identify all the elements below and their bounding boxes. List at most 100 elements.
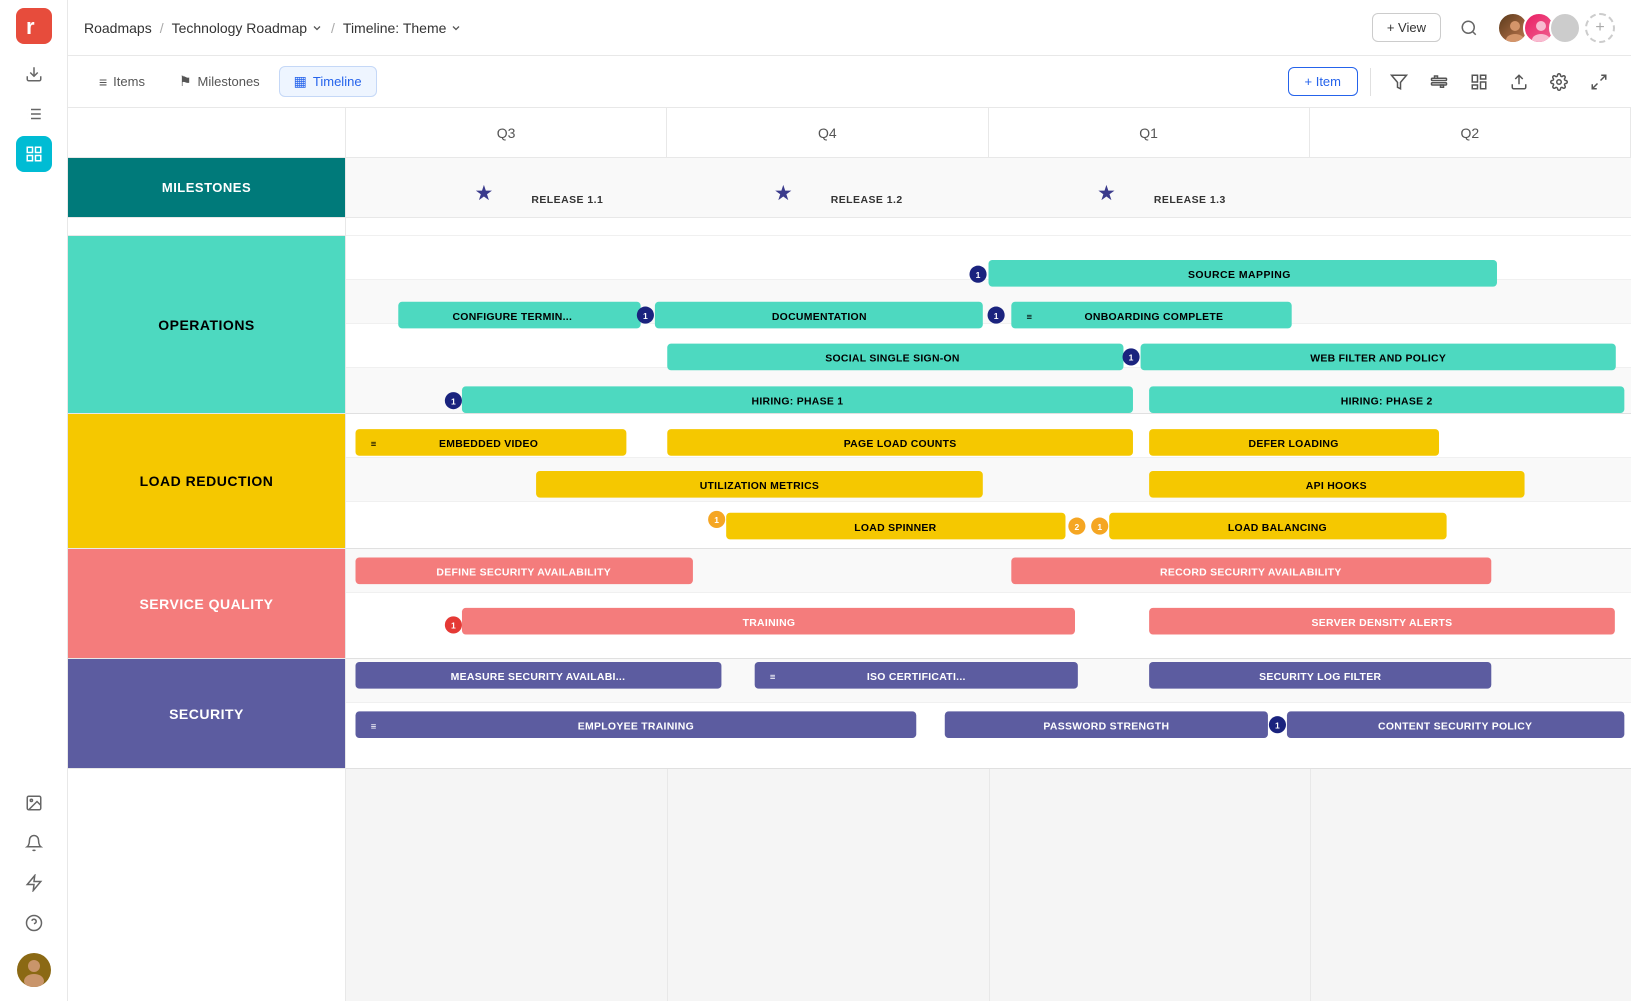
breadcrumb-sep-2: /	[331, 20, 335, 36]
add-user-button[interactable]: +	[1585, 13, 1615, 43]
operations-group-label: OPERATIONS	[68, 236, 345, 414]
milestone-spacer	[68, 218, 345, 236]
group-icon-button[interactable]	[1423, 66, 1455, 98]
tab-timeline-label: Timeline	[313, 74, 362, 89]
quarter-q3: Q3	[346, 108, 667, 157]
filter-icon-button[interactable]	[1383, 66, 1415, 98]
tab-timeline[interactable]: ▦ Timeline	[279, 66, 377, 97]
tab-milestones[interactable]: ⚑ Milestones	[164, 66, 275, 97]
release-1-1-label: RELEASE 1.1	[531, 195, 603, 206]
svg-text:1: 1	[1097, 522, 1102, 532]
quarters-header: Q3 Q4 Q1 Q2	[346, 108, 1631, 158]
svg-text:DEFINE SECURITY AVAILABILITY: DEFINE SECURITY AVAILABILITY	[436, 568, 611, 579]
svg-text:2: 2	[1075, 522, 1080, 532]
svg-text:LOAD SPINNER: LOAD SPINNER	[854, 523, 936, 534]
svg-text:DEFER LOADING: DEFER LOADING	[1249, 439, 1339, 450]
svg-text:CONFIGURE TERMIN...: CONFIGURE TERMIN...	[452, 312, 572, 323]
user-avatar-3[interactable]	[1549, 12, 1581, 44]
svg-text:1: 1	[451, 621, 456, 631]
svg-text:1: 1	[643, 311, 648, 321]
main-content: Roadmaps / Technology Roadmap / Timeline…	[68, 0, 1631, 1001]
quarter-q4: Q4	[667, 108, 988, 157]
svg-text:MEASURE SECURITY AVAILABI...: MEASURE SECURITY AVAILABI...	[451, 672, 626, 683]
search-button[interactable]	[1453, 12, 1485, 44]
topbar-right: + View +	[1372, 12, 1615, 44]
breadcrumb-timeline-theme[interactable]: Timeline: Theme	[343, 20, 462, 36]
fullscreen-icon-button[interactable]	[1583, 66, 1615, 98]
milestones-icon: ⚑	[179, 73, 192, 90]
sidebar-list-icon[interactable]	[16, 96, 52, 132]
sidebar-user-avatar[interactable]	[17, 953, 51, 987]
svg-text:≡: ≡	[371, 439, 377, 450]
release-1-3-label: RELEASE 1.3	[1154, 195, 1226, 206]
svg-text:SERVER DENSITY ALERTS: SERVER DENSITY ALERTS	[1312, 618, 1453, 629]
svg-text:LOAD BALANCING: LOAD BALANCING	[1228, 523, 1327, 534]
sidebar-image-icon[interactable]	[16, 785, 52, 821]
breadcrumb-sep-1: /	[160, 20, 164, 36]
svg-text:1: 1	[714, 515, 719, 525]
milestones-group-label: MILESTONES	[68, 158, 345, 218]
sidebar-download-icon[interactable]	[16, 56, 52, 92]
breadcrumb: Roadmaps / Technology Roadmap / Timeline…	[84, 20, 462, 36]
svg-text:r: r	[26, 14, 35, 39]
svg-text:1: 1	[1275, 721, 1280, 731]
timeline-container: MILESTONES OPERATIONS LOAD REDUCTION SER…	[68, 108, 1631, 1001]
svg-text:EMPLOYEE TRAINING: EMPLOYEE TRAINING	[578, 721, 694, 732]
svg-text:WEB FILTER AND POLICY: WEB FILTER AND POLICY	[1310, 354, 1446, 365]
toolbar-right: + Item	[1288, 66, 1616, 98]
tab-items-label: Items	[113, 74, 145, 89]
svg-text:UTILIZATION METRICS: UTILIZATION METRICS	[700, 481, 819, 492]
star-3: ★	[1097, 182, 1116, 205]
breadcrumb-roadmaps[interactable]: Roadmaps	[84, 20, 152, 36]
breadcrumb-technology-roadmap[interactable]: Technology Roadmap	[172, 20, 323, 36]
label-header-spacer	[68, 108, 345, 158]
svg-text:ISO CERTIFICATI...: ISO CERTIFICATI...	[867, 672, 966, 683]
svg-text:CONTENT SECURITY POLICY: CONTENT SECURITY POLICY	[1378, 721, 1532, 732]
tab-items[interactable]: ≡ Items	[84, 67, 160, 97]
release-1-2-label: RELEASE 1.2	[831, 195, 903, 206]
layout-icon-button[interactable]	[1463, 66, 1495, 98]
row-labels: MILESTONES OPERATIONS LOAD REDUCTION SER…	[68, 108, 346, 1001]
timeline-body: ★ RELEASE 1.1 ★ RELEASE 1.2 ★ RELEASE 1.…	[346, 158, 1631, 1001]
svg-text:EMBEDDED VIDEO: EMBEDDED VIDEO	[439, 439, 538, 450]
sidebar-question-icon[interactable]	[16, 905, 52, 941]
timeline-icon: ▦	[294, 73, 307, 90]
sidebar-menu-icon[interactable]	[16, 136, 52, 172]
items-icon: ≡	[99, 74, 107, 90]
svg-text:PAGE LOAD COUNTS: PAGE LOAD COUNTS	[844, 439, 957, 450]
svg-text:≡: ≡	[1027, 312, 1033, 323]
chevron-down-icon-2	[450, 22, 462, 34]
svg-text:RECORD SECURITY AVAILABILITY: RECORD SECURITY AVAILABILITY	[1160, 568, 1342, 579]
sidebar-lightning-icon[interactable]	[16, 865, 52, 901]
svg-text:SOCIAL SINGLE SIGN-ON: SOCIAL SINGLE SIGN-ON	[825, 354, 960, 365]
svg-text:1: 1	[451, 396, 456, 406]
svg-text:≡: ≡	[371, 721, 377, 732]
timeline-svg: ★ RELEASE 1.1 ★ RELEASE 1.2 ★ RELEASE 1.…	[346, 158, 1631, 1001]
svg-text:≡: ≡	[770, 672, 776, 683]
star-2: ★	[774, 182, 793, 205]
svg-text:TRAINING: TRAINING	[743, 618, 796, 629]
svg-text:1: 1	[1129, 353, 1134, 363]
add-item-button[interactable]: + Item	[1288, 67, 1359, 96]
star-1: ★	[474, 182, 493, 205]
sidebar-bell-icon[interactable]	[16, 825, 52, 861]
load-reduction-group-label: LOAD REDUCTION	[68, 414, 345, 549]
svg-text:ONBOARDING COMPLETE: ONBOARDING COMPLETE	[1084, 312, 1223, 323]
add-view-button[interactable]: + View	[1372, 13, 1441, 42]
service-quality-group-label: SERVICE QUALITY	[68, 549, 345, 659]
svg-text:PASSWORD STRENGTH: PASSWORD STRENGTH	[1043, 721, 1169, 732]
quarter-q1: Q1	[989, 108, 1310, 157]
svg-text:HIRING: PHASE 2: HIRING: PHASE 2	[1341, 396, 1433, 407]
logo[interactable]: r	[16, 8, 52, 44]
svg-text:DOCUMENTATION: DOCUMENTATION	[772, 312, 867, 323]
svg-text:SECURITY LOG FILTER: SECURITY LOG FILTER	[1259, 672, 1381, 683]
settings-icon-button[interactable]	[1543, 66, 1575, 98]
chevron-down-icon	[311, 22, 323, 34]
quarter-q2: Q2	[1310, 108, 1631, 157]
tab-milestones-label: Milestones	[198, 74, 260, 89]
svg-text:1: 1	[976, 270, 981, 280]
user-avatars: +	[1497, 12, 1615, 44]
security-group-label: SECURITY	[68, 659, 345, 769]
export-icon-button[interactable]	[1503, 66, 1535, 98]
svg-text:1: 1	[994, 311, 999, 321]
